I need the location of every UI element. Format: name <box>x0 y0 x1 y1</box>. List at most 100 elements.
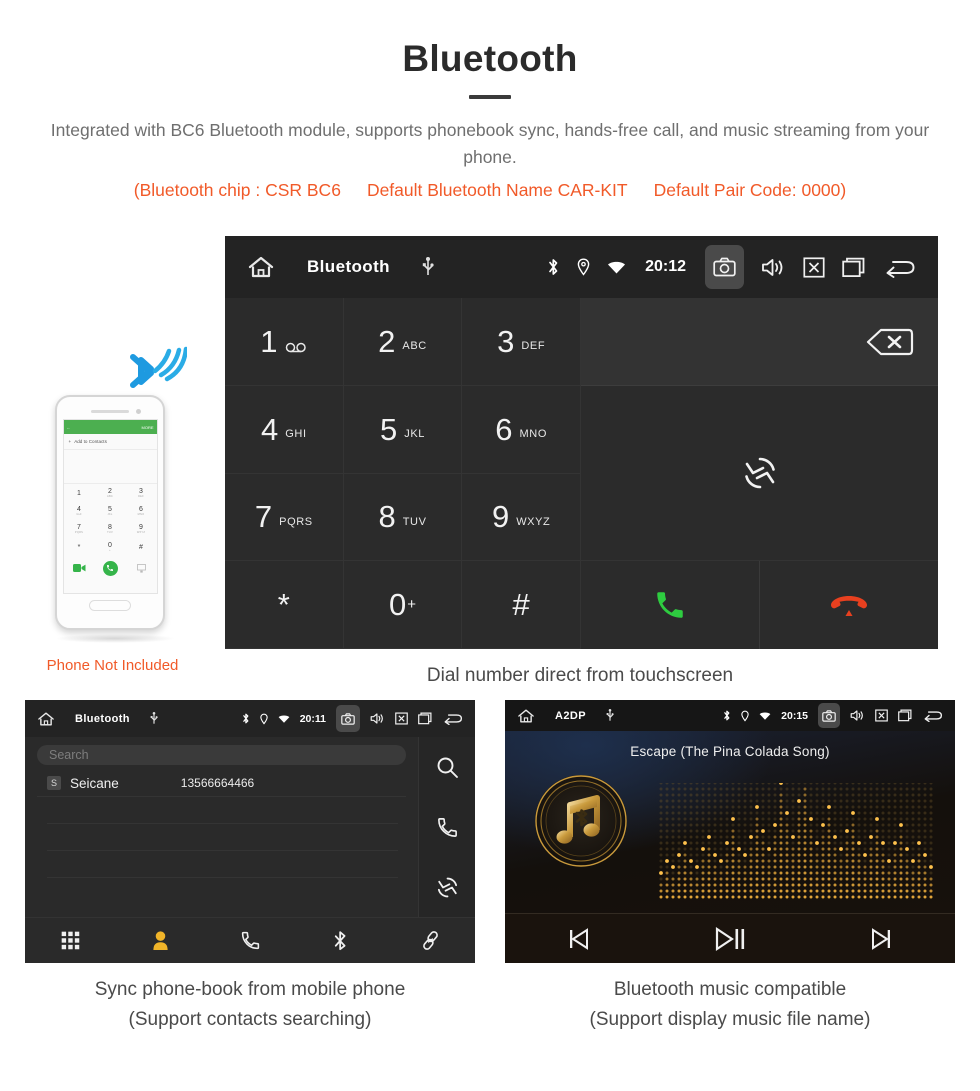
close-box-icon[interactable] <box>875 709 888 722</box>
recents-icon[interactable] <box>898 709 913 722</box>
nav-dialpad[interactable] <box>25 931 115 950</box>
dialer-body: 1 2 ABC 3 DEF 4 GHI 5 JKL 6 MNO 7 PQRS 8 TUV 9W… <box>225 298 938 649</box>
voicemail-icon <box>285 342 307 353</box>
volume-icon[interactable] <box>370 712 385 725</box>
camera-icon[interactable] <box>705 245 744 289</box>
equalizer-visualizer <box>657 783 935 901</box>
nav-bluetooth[interactable] <box>295 930 385 952</box>
key-star[interactable]: * <box>225 561 344 649</box>
call-icon[interactable] <box>419 797 475 857</box>
bluetooth-signal-icon <box>125 345 187 397</box>
phone-screen: ← MORE + Add to Contacts 1 2 ABC 3 DEF 4 GH… <box>62 419 158 594</box>
number-input-row[interactable] <box>581 298 938 386</box>
nav-call-log[interactable] <box>205 930 295 951</box>
play-pause-button[interactable] <box>655 926 805 952</box>
phone-body: ← MORE + Add to Contacts 1 2 ABC 3 DEF 4 GH… <box>55 395 165 630</box>
phonebook-navbar <box>25 917 475 963</box>
phone-keypad-toggle-icon <box>126 563 157 573</box>
call-button[interactable] <box>581 561 759 649</box>
search-input[interactable]: Search <box>37 745 406 765</box>
back-icon[interactable] <box>923 709 943 722</box>
phone-video-call-icon <box>64 564 95 572</box>
music-controls <box>505 913 955 963</box>
phone-add-contact-row: + Add to Contacts <box>63 434 157 450</box>
key-0[interactable]: 0 + <box>343 561 463 649</box>
key-4[interactable]: 4 GHI <box>225 385 344 474</box>
contact-row-empty <box>47 824 398 851</box>
phone-key: 9 WXYZ <box>136 524 146 534</box>
page-title: Bluetooth <box>402 38 578 79</box>
close-box-icon[interactable] <box>395 712 408 725</box>
dialer-statusbar: Bluetooth 20:12 <box>225 236 938 298</box>
back-icon[interactable] <box>884 257 916 278</box>
plus-icon: + <box>68 439 72 444</box>
phone-back-icon: ← <box>66 424 71 430</box>
camera-icon[interactable] <box>336 705 360 732</box>
phonebook-side-actions <box>418 737 475 917</box>
spec-bt-name: Default Bluetooth Name CAR-KIT <box>366 180 628 201</box>
search-icon[interactable] <box>419 737 475 797</box>
key-5[interactable]: 5 JKL <box>343 385 463 474</box>
contact-number: 13566664466 <box>180 776 255 790</box>
spec-chip: (Bluetooth chip : CSR BC6 <box>133 180 341 201</box>
key-6[interactable]: 6 MNO <box>462 385 581 474</box>
phonebook-statusbar: Bluetooth 20:11 <box>25 700 475 737</box>
back-icon[interactable] <box>443 712 463 725</box>
phone-keypad: 1 2 ABC 3 DEF 4 GHI 5 JKL 6 MNO 7 PQRS 8 TUV 9W… <box>64 484 157 556</box>
sync-icon[interactable] <box>419 857 475 917</box>
camera-icon[interactable] <box>818 703 840 728</box>
search-placeholder: Search <box>49 748 89 762</box>
sync-icon[interactable] <box>742 455 778 491</box>
phonebook-caption-line2: (Support contacts searching) <box>128 1009 372 1030</box>
music-body: Escape (The Pina Colada Song) <box>505 731 955 913</box>
key-7[interactable]: 7 PQRS <box>225 473 344 562</box>
location-icon <box>577 258 590 276</box>
music-title: A2DP <box>555 709 586 722</box>
key-hash[interactable]: # <box>462 561 581 649</box>
home-icon[interactable] <box>517 708 535 724</box>
nav-link[interactable] <box>385 930 475 951</box>
phone-key: 2 ABC <box>107 488 113 498</box>
volume-icon[interactable] <box>761 257 786 278</box>
home-icon[interactable] <box>37 711 55 727</box>
previous-button[interactable] <box>505 927 655 951</box>
key-2[interactable]: 2 ABC <box>343 298 463 386</box>
hangup-button[interactable] <box>759 561 938 649</box>
phonebook-title: Bluetooth <box>75 712 130 725</box>
phone-appbar: ← MORE <box>63 420 157 434</box>
location-icon <box>741 710 749 722</box>
recents-icon[interactable] <box>418 712 433 725</box>
next-button[interactable] <box>805 927 955 951</box>
volume-icon[interactable] <box>850 709 865 722</box>
spec-pair-code: Default Pair Code: 0000) <box>653 180 847 201</box>
phone-call-circle <box>102 560 118 576</box>
close-box-icon[interactable] <box>803 256 825 278</box>
backspace-icon[interactable] <box>866 327 914 357</box>
recents-icon[interactable] <box>842 257 867 278</box>
contact-row[interactable]: S Seicane 13566664466 <box>37 770 406 797</box>
phone-key: 0 + <box>108 542 112 552</box>
usb-icon <box>422 257 434 277</box>
nav-contacts[interactable] <box>115 930 205 951</box>
title-divider <box>469 95 511 99</box>
music-statusbar: A2DP 20:15 <box>505 700 955 731</box>
key-3[interactable]: 3 DEF <box>462 298 581 386</box>
dialer-right-column <box>581 298 938 649</box>
contact-name: Seicane <box>70 775 119 791</box>
home-icon[interactable] <box>247 255 275 279</box>
phone-key: 8 TUV <box>107 524 113 534</box>
phone-home-button <box>89 600 131 611</box>
key-1[interactable]: 1 <box>225 298 344 386</box>
phone-key: 7 PQRS <box>74 524 84 534</box>
key-9[interactable]: 9 WXYZ <box>462 473 581 562</box>
page-header: Bluetooth Integrated with BC6 Bluetooth … <box>0 0 980 201</box>
phonebook-screen: Bluetooth 20:11 Search S Seicane 1356666… <box>25 700 475 963</box>
contacts-list: Search S Seicane 13566664466 <box>25 737 418 917</box>
page-subtitle: Integrated with BC6 Bluetooth module, su… <box>50 120 930 168</box>
phone-action-row <box>64 556 157 580</box>
music-caption-line2: (Support display music file name) <box>589 1009 871 1030</box>
phone-mockup: ← MORE + Add to Contacts 1 2 ABC 3 DEF 4 GH… <box>55 395 175 643</box>
sync-contacts-row[interactable] <box>581 386 938 561</box>
key-8[interactable]: 8 TUV <box>343 473 463 562</box>
music-screen: A2DP 20:15 Escape (The Pina Colada Song) <box>505 700 955 963</box>
